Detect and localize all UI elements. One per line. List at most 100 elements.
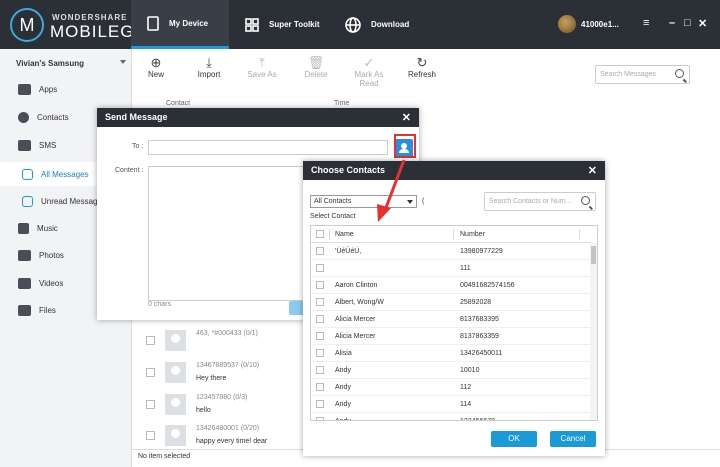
checkbox[interactable] bbox=[316, 383, 324, 391]
mark-as-read-label: Mark As Read bbox=[354, 70, 384, 88]
contact-number: 13980977229 bbox=[460, 248, 503, 255]
close-icon[interactable]: ✕ bbox=[588, 164, 597, 177]
sidebar-item-contacts[interactable]: Contacts bbox=[18, 112, 69, 123]
contact-avatar bbox=[165, 425, 186, 446]
to-label: To : bbox=[132, 143, 144, 150]
checkbox[interactable] bbox=[316, 366, 324, 374]
table-row[interactable]: Andy 114 bbox=[311, 396, 591, 413]
search-contacts-input[interactable]: Search Contacts or Num... bbox=[484, 192, 596, 211]
minimize-button[interactable]: – bbox=[669, 17, 675, 29]
avatar bbox=[558, 15, 576, 33]
table-row[interactable]: Alicia Mercer 8137683395 bbox=[311, 311, 591, 328]
import-button[interactable]: ⤓ Import bbox=[189, 55, 229, 79]
contact-number: 13426450011 bbox=[460, 350, 503, 357]
tab-super-toolkit[interactable]: Super Toolkit bbox=[229, 0, 329, 49]
select-all-checkbox[interactable] bbox=[316, 230, 324, 238]
table-row[interactable]: Aaron Clinton 00491682574156 bbox=[311, 277, 591, 294]
cancel-button[interactable]: Cancel bbox=[550, 431, 596, 447]
delete-button[interactable]: 🗑 Delete bbox=[296, 55, 336, 79]
checkbox[interactable] bbox=[146, 400, 155, 409]
sidebar-item-label: Photos bbox=[39, 251, 64, 260]
contact-number: 00491682574156 bbox=[460, 282, 515, 289]
column-divider bbox=[579, 229, 580, 240]
sidebar-item-videos[interactable]: Videos bbox=[18, 278, 63, 289]
maximize-button[interactable]: □ bbox=[684, 17, 691, 29]
search-messages-input[interactable]: Search Messages bbox=[595, 65, 690, 84]
table-row[interactable]: Andy 10010 bbox=[311, 362, 591, 379]
new-button[interactable]: ⊕ New bbox=[136, 55, 176, 79]
to-field[interactable] bbox=[148, 140, 388, 155]
checkbox[interactable] bbox=[316, 281, 324, 289]
contact-name: 'ÚéÜéÚ, bbox=[335, 248, 362, 255]
highlight-box bbox=[394, 134, 416, 158]
new-label: New bbox=[147, 70, 164, 79]
scrollbar[interactable] bbox=[590, 243, 597, 420]
delete-label: Delete bbox=[304, 70, 328, 79]
user-account[interactable]: 41000e1... bbox=[558, 15, 619, 33]
user-name: 41000e1... bbox=[581, 19, 619, 29]
contact-number: 123456678 bbox=[460, 418, 495, 420]
search-icon[interactable] bbox=[675, 69, 684, 78]
table-row[interactable]: 111 bbox=[311, 260, 591, 277]
save-as-button[interactable]: ⤒ Save As bbox=[242, 55, 282, 79]
content-textarea[interactable] bbox=[148, 166, 324, 301]
contact-group-select[interactable]: All Contacts bbox=[310, 195, 417, 208]
table-row[interactable]: Alisia 13426450011 bbox=[311, 345, 591, 362]
checkbox[interactable] bbox=[316, 400, 324, 408]
table-row[interactable]: Albert, Wong/W 25892028 bbox=[311, 294, 591, 311]
checkbox[interactable] bbox=[316, 349, 324, 357]
checkbox[interactable] bbox=[316, 247, 324, 255]
checkbox[interactable] bbox=[146, 368, 155, 377]
contact-name: Aaron Clinton bbox=[335, 282, 378, 289]
choose-contacts-dialog: Choose Contacts ✕ All Contacts ( Search … bbox=[303, 161, 605, 456]
checkbox[interactable] bbox=[316, 264, 324, 272]
sidebar-item-label: Apps bbox=[39, 85, 58, 94]
sidebar-item-music[interactable]: Music bbox=[18, 223, 58, 234]
checkbox[interactable] bbox=[146, 336, 155, 345]
column-name[interactable]: Name bbox=[335, 231, 354, 238]
checkbox[interactable] bbox=[316, 332, 324, 340]
close-window-button[interactable]: ✕ bbox=[698, 17, 707, 30]
contact-name: Andy bbox=[335, 367, 351, 374]
table-header: Name Number bbox=[311, 226, 591, 243]
ok-button[interactable]: OK bbox=[491, 431, 537, 447]
tab-download[interactable]: Download bbox=[329, 0, 429, 49]
table-row[interactable]: 'ÚéÜéÚ, 13980977229 bbox=[311, 243, 591, 260]
search-icon[interactable] bbox=[581, 196, 590, 205]
checkbox[interactable] bbox=[146, 431, 155, 440]
import-icon: ⤓ bbox=[206, 55, 212, 70]
checkbox[interactable] bbox=[316, 298, 324, 306]
scrollbar-thumb[interactable] bbox=[591, 246, 596, 264]
mark-as-read-button[interactable]: ✓ Mark As Read bbox=[344, 55, 394, 88]
list-item[interactable]: 13467889537 (0/10) Hey there bbox=[138, 358, 308, 390]
table-row[interactable]: Andy 123456678 bbox=[311, 413, 591, 420]
sidebar-item-label: SMS bbox=[39, 141, 57, 150]
column-time[interactable]: Time bbox=[334, 100, 349, 107]
list-item[interactable]: 463, *#000433 (0/1) bbox=[138, 326, 308, 358]
sidebar-item-apps[interactable]: Apps bbox=[18, 84, 57, 95]
table-row[interactable]: Alicia Mercer 8137863359 bbox=[311, 328, 591, 345]
sidebar-item-photos[interactable]: Photos bbox=[18, 250, 64, 261]
column-contact[interactable]: Contact bbox=[166, 100, 190, 107]
chevron-down-icon[interactable] bbox=[120, 60, 126, 64]
tab-super-toolkit-label: Super Toolkit bbox=[269, 20, 320, 29]
menu-icon[interactable]: ≡ bbox=[643, 17, 649, 29]
contact-avatar bbox=[165, 330, 186, 351]
checkbox[interactable] bbox=[316, 315, 324, 323]
checkbox[interactable] bbox=[316, 417, 324, 420]
sidebar-item-files[interactable]: Files bbox=[18, 305, 56, 316]
refresh-button[interactable]: ↻ Refresh bbox=[402, 55, 442, 79]
list-item[interactable]: 123457880 (0/3) hello bbox=[138, 390, 308, 422]
column-number[interactable]: Number bbox=[460, 231, 485, 238]
contact-name: Alicia Mercer bbox=[335, 333, 376, 340]
message-icon bbox=[22, 195, 33, 207]
message-title: 13426480001 (0/20) bbox=[196, 425, 260, 432]
check-circle-icon: ✓ bbox=[363, 55, 375, 70]
refresh-icon: ↻ bbox=[416, 55, 428, 70]
video-icon bbox=[18, 278, 31, 289]
sidebar-item-sms[interactable]: SMS bbox=[18, 140, 56, 151]
tab-my-device[interactable]: My Device bbox=[131, 0, 229, 49]
table-row[interactable]: Andy 112 bbox=[311, 379, 591, 396]
close-icon[interactable]: ✕ bbox=[402, 111, 411, 124]
device-name[interactable]: Vivian's Samsung bbox=[16, 59, 84, 68]
